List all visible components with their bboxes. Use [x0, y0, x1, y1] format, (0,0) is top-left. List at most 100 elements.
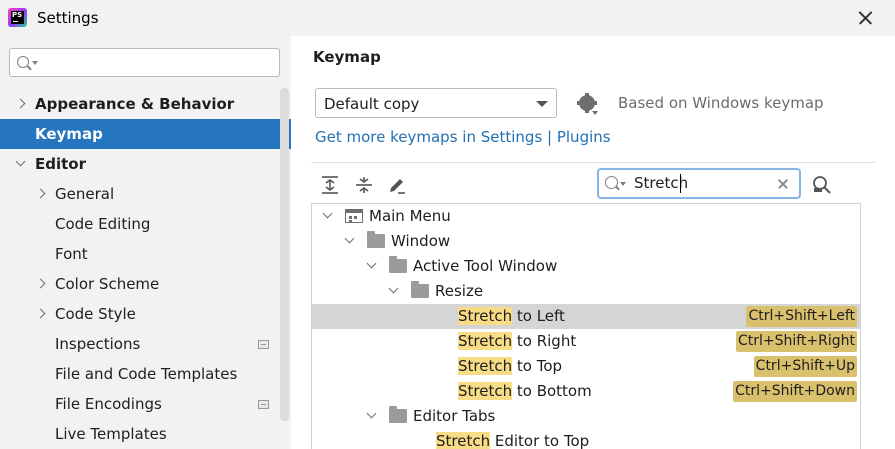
find-by-shortcut-icon[interactable]	[811, 175, 833, 195]
chevron-down-icon[interactable]	[344, 233, 355, 244]
action-label: Stretch to Left	[458, 304, 565, 329]
action-row[interactable]: Stretch to Top Ctrl+Shift+Up	[312, 354, 860, 379]
sidebar-item-label: Code Editing	[55, 215, 151, 233]
gear-icon[interactable]	[577, 93, 597, 113]
shortcut-badge: Ctrl+Shift+Down	[733, 381, 857, 402]
settings-sidebar: Appearance & Behavior Keymap Editor General…	[0, 36, 291, 449]
action-row[interactable]: Stretch to Bottom Ctrl+Shift+Down	[312, 379, 860, 404]
sidebar-item-label: Font	[55, 245, 88, 263]
action-row[interactable]: Stretch to Right Ctrl+Shift+Right	[312, 329, 860, 354]
chevron-right-icon[interactable]	[35, 278, 46, 289]
folder-icon	[367, 231, 385, 248]
window-title: Settings	[37, 9, 99, 27]
chevron-right-icon[interactable]	[15, 98, 26, 109]
tree-node-label: Main Menu	[369, 207, 451, 225]
tree-node-label: Editor Tabs	[413, 407, 496, 425]
search-history-caret-icon[interactable]	[620, 182, 626, 186]
sidebar-item-general[interactable]: General	[0, 179, 291, 209]
shortcut-badge: Ctrl+Shift+Up	[753, 356, 857, 377]
sidebar-item-label: General	[55, 185, 115, 203]
chevron-right-icon[interactable]	[35, 308, 46, 319]
edit-pen-icon[interactable]	[387, 175, 407, 195]
chevron-down-icon	[536, 101, 548, 107]
sidebar-item-inspections[interactable]: Inspections	[0, 329, 291, 359]
expand-all-icon[interactable]	[320, 175, 340, 195]
match-highlight: Stretch	[458, 307, 513, 325]
sidebar-item-label: Keymap	[35, 125, 103, 143]
project-settings-icon	[258, 340, 269, 349]
chevron-down-icon[interactable]	[366, 408, 377, 419]
action-label: Stretch Editor to Top	[436, 429, 589, 449]
sidebar-item-label: File Encodings	[55, 395, 162, 413]
settings-tree: Appearance & Behavior Keymap Editor General…	[0, 89, 291, 449]
project-settings-icon	[258, 400, 269, 409]
folder-icon	[411, 281, 429, 298]
tree-node-window[interactable]: Window	[312, 229, 860, 254]
match-highlight: Stretch	[436, 432, 491, 449]
sidebar-search-input[interactable]	[9, 48, 280, 77]
collapse-all-icon[interactable]	[354, 175, 374, 195]
sidebar-item-appearance-behavior[interactable]: Appearance & Behavior	[0, 89, 291, 119]
action-label-rest: Editor to Top	[490, 432, 590, 449]
action-row[interactable]: Stretch Editor to Top	[312, 429, 860, 449]
shortcut-badge: Ctrl+Shift+Left	[746, 306, 857, 327]
get-more-keymaps-link[interactable]: Get more keymaps in Settings | Plugins	[315, 128, 611, 146]
action-label-rest: to Right	[512, 332, 577, 350]
sidebar-item-file-and-code-templates[interactable]: File and Code Templates	[0, 359, 291, 389]
tree-node-active-tool-window[interactable]: Active Tool Window	[312, 254, 860, 279]
page-title: Keymap	[313, 48, 381, 66]
chevron-down-icon[interactable]	[322, 208, 333, 219]
sidebar-item-label: Color Scheme	[55, 275, 160, 293]
action-label: Stretch to Bottom	[458, 379, 592, 404]
sidebar-item-file-encodings[interactable]: File Encodings	[0, 389, 291, 419]
sidebar-item-label: Code Style	[55, 305, 136, 323]
tree-node-resize[interactable]: Resize	[312, 279, 860, 304]
action-label: Stretch to Right	[458, 329, 576, 354]
menu-icon	[345, 209, 363, 223]
sidebar-item-label: Appearance & Behavior	[35, 95, 235, 113]
chevron-down-icon[interactable]	[15, 156, 26, 167]
keymap-select[interactable]: Default copy	[315, 88, 557, 118]
sidebar-item-code-editing[interactable]: Code Editing	[0, 209, 291, 239]
clear-icon[interactable]	[777, 178, 789, 190]
sidebar-item-font[interactable]: Font	[0, 239, 291, 269]
folder-icon	[389, 256, 407, 273]
action-tree: Main Menu Window Active Tool Window Resize S…	[311, 203, 861, 449]
title-bar: PS Settings	[0, 0, 895, 36]
search-icon	[17, 56, 29, 68]
sidebar-item-editor[interactable]: Editor	[0, 149, 291, 179]
keymap-select-value: Default copy	[324, 95, 420, 113]
sidebar-scrollbar[interactable]	[280, 88, 289, 421]
chevron-right-icon[interactable]	[35, 188, 46, 199]
text-cursor	[680, 174, 681, 193]
chevron-down-icon[interactable]	[366, 258, 377, 269]
app-logo-text: PS	[12, 11, 23, 19]
tree-node-label: Resize	[435, 282, 484, 300]
action-label-rest: to Top	[512, 357, 563, 375]
gear-menu-caret-icon[interactable]	[592, 111, 598, 115]
tree-node-label: Window	[391, 232, 451, 250]
sidebar-item-live-templates[interactable]: Live Templates	[0, 419, 291, 449]
search-history-caret-icon[interactable]	[32, 61, 38, 65]
tree-node-label: Active Tool Window	[413, 257, 558, 275]
sidebar-item-label: File and Code Templates	[55, 365, 238, 383]
sidebar-item-code-style[interactable]: Code Style	[0, 299, 291, 329]
action-label: Stretch to Top	[458, 354, 562, 379]
sidebar-item-label: Editor	[35, 155, 86, 173]
close-icon[interactable]	[853, 6, 877, 30]
keymap-filter-input[interactable]: Stretch	[597, 168, 801, 199]
chevron-down-icon[interactable]	[388, 283, 399, 294]
match-highlight: Stretch	[458, 382, 513, 400]
sidebar-item-label: Inspections	[55, 335, 141, 353]
sidebar-item-keymap[interactable]: Keymap	[0, 119, 291, 149]
tree-node-editor-tabs[interactable]: Editor Tabs	[312, 404, 860, 429]
phpstorm-logo-icon: PS	[8, 8, 27, 27]
sidebar-item-color-scheme[interactable]: Color Scheme	[0, 269, 291, 299]
folder-icon	[389, 406, 407, 423]
action-label-rest: to Left	[512, 307, 565, 325]
tree-node-main-menu[interactable]: Main Menu	[312, 204, 860, 229]
match-highlight: Stretch	[458, 357, 513, 375]
action-label-rest: to Bottom	[512, 382, 592, 400]
action-row[interactable]: Stretch to Left Ctrl+Shift+Left	[312, 304, 860, 329]
sidebar-item-label: Live Templates	[55, 425, 167, 443]
